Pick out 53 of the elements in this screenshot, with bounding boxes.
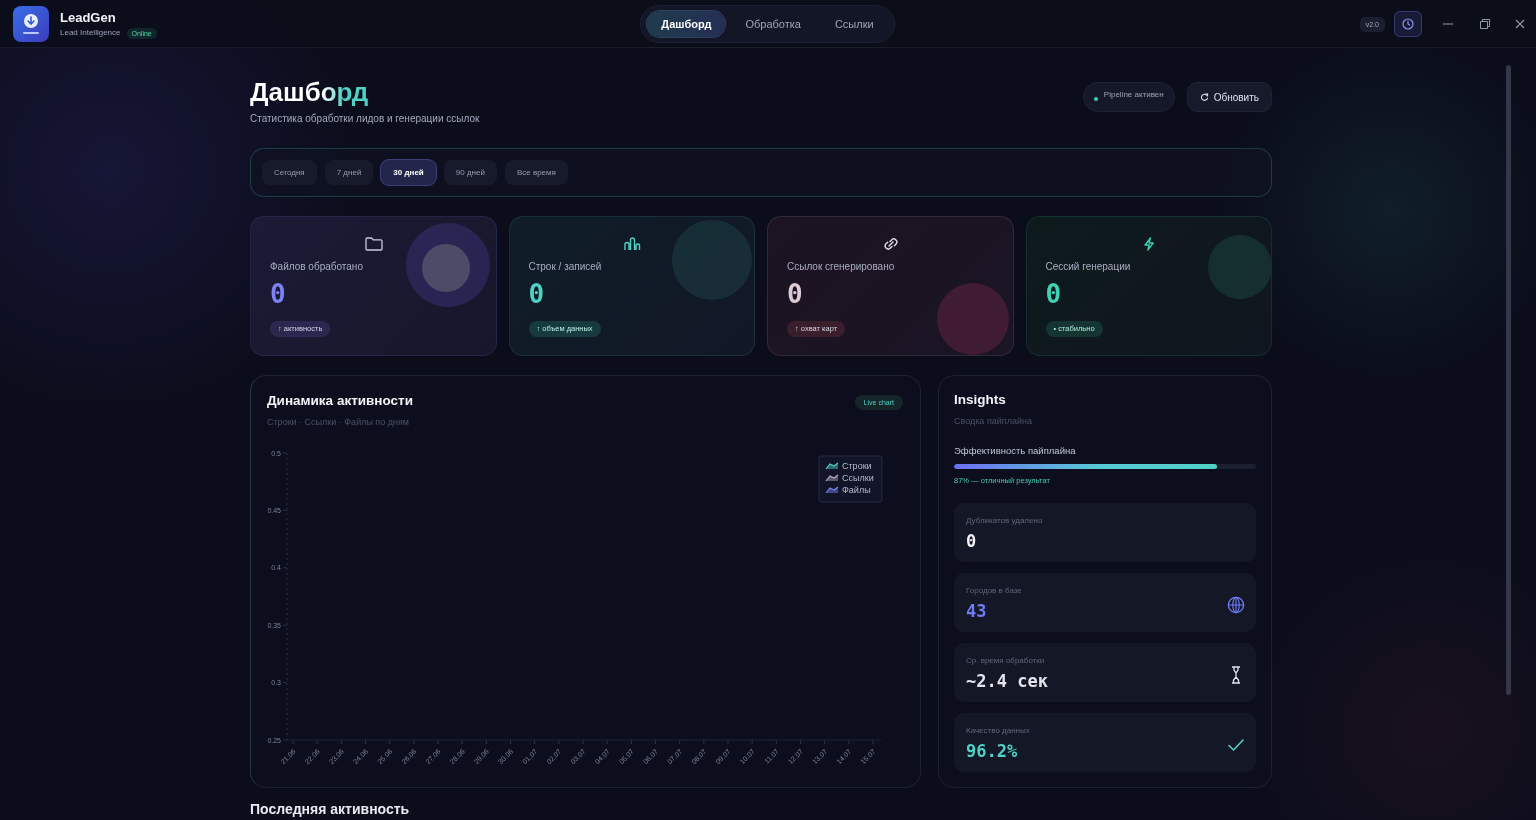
refresh-button[interactable]: Обновить: [1186, 82, 1272, 112]
minimize-icon: [1442, 23, 1453, 25]
period-button[interactable]: 7 дней: [324, 160, 374, 185]
stat-value: 0: [528, 279, 545, 309]
clock-button[interactable]: [1394, 11, 1422, 37]
stat-label: Ссылок сгенерировано: [787, 261, 895, 273]
period-button[interactable]: 90 дней: [443, 160, 497, 185]
metric-label: Городов в базе: [966, 586, 1022, 596]
refresh-icon: [1199, 92, 1209, 102]
stat-value: 0: [787, 279, 803, 309]
chart-subtitle: Строки · Ссылки · Файлы по дням: [267, 417, 410, 428]
app-name: LeadGen: [60, 9, 116, 25]
stat-value: 0: [270, 279, 286, 309]
metric-label: Ср. время обработки: [966, 656, 1045, 666]
logo-icon: [13, 6, 49, 42]
metric-value: ~2.4 сек: [966, 671, 1048, 691]
pipeline-label: Pipeline активен: [1103, 89, 1164, 99]
restore-icon: [1479, 19, 1490, 29]
stat-label: Сессий генерации: [1045, 261, 1131, 273]
nav-tab[interactable]: Ссылки: [820, 11, 888, 37]
insights-subtitle: Сводка пайплайна: [954, 416, 1032, 427]
globe-icon: [1227, 596, 1245, 614]
insights-title: Insights: [954, 391, 1006, 409]
metric-label: Дубликатов удалено: [966, 516, 1043, 526]
status-dot-icon: [1093, 97, 1098, 101]
close-icon: [1514, 19, 1525, 29]
scrollbar-thumb[interactable]: [1506, 65, 1511, 695]
period-button[interactable]: Все время: [504, 160, 568, 185]
metric-value: 96.2%: [966, 741, 1018, 761]
bar-chart-icon: [623, 237, 642, 251]
legend-label: Ссылки: [842, 473, 874, 483]
chart-title: Динамика активности: [267, 392, 413, 410]
period-button[interactable]: Сегодня: [262, 160, 317, 185]
stat-label: Строк / записей: [528, 261, 602, 273]
nav-tab[interactable]: Дашборд: [647, 11, 726, 37]
metric-label: Качество данных: [966, 726, 1030, 736]
nav-tab[interactable]: Обработка: [731, 11, 815, 37]
progress-label: Эффективность пайплайна: [954, 445, 1076, 457]
check-icon: [1227, 736, 1245, 754]
page-subtitle: Статистика обработки лидов и генерации ссылок: [250, 113, 480, 125]
app-tagline: Lead Intelligence: [60, 28, 121, 38]
section-heading: Последняя активность: [250, 801, 410, 817]
link-icon: [881, 237, 900, 251]
folder-icon: [364, 237, 383, 251]
legend-label: Строки: [842, 461, 872, 471]
metric-value: 0: [966, 531, 977, 551]
legend-box: [818, 455, 883, 503]
stat-label: Файлов обработано: [270, 261, 363, 273]
stat-value: 0: [1045, 279, 1062, 309]
clock-icon: [1402, 18, 1414, 30]
metric-value: 43: [966, 601, 987, 621]
legend-label: Файлы: [842, 485, 871, 495]
period-button[interactable]: 30 дней: [381, 160, 436, 185]
